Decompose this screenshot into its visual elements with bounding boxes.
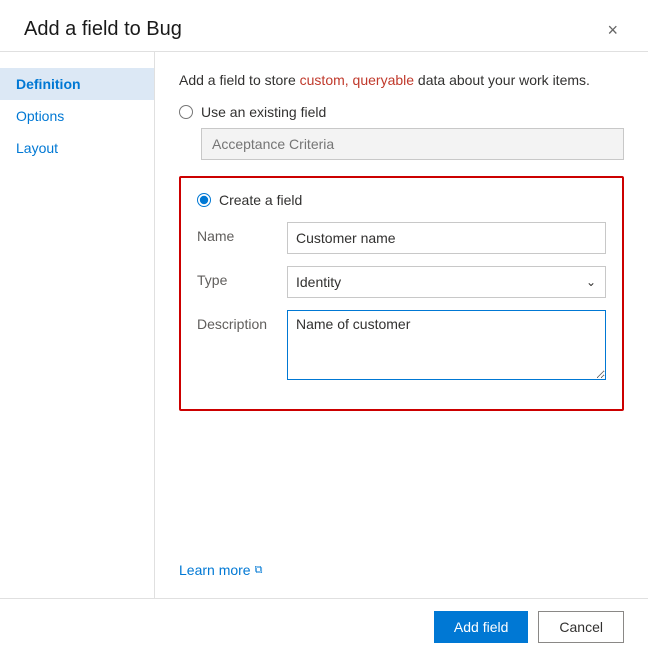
name-label: Name <box>197 222 287 244</box>
type-select[interactable]: Identity String Integer DateTime Boolean… <box>287 266 606 298</box>
sidebar-item-definition[interactable]: Definition <box>0 68 154 100</box>
sidebar-item-options[interactable]: Options <box>0 100 154 132</box>
description-control: Name of customer <box>287 310 606 383</box>
description-label: Description <box>197 310 287 332</box>
learn-more-link[interactable]: Learn more ⧉ <box>179 562 262 578</box>
existing-field-input[interactable] <box>201 128 624 160</box>
type-select-wrapper: Identity String Integer DateTime Boolean… <box>287 266 606 298</box>
external-link-icon: ⧉ <box>255 564 263 577</box>
learn-more-row: Learn more ⧉ <box>179 554 624 578</box>
create-field-header: Create a field <box>197 192 606 208</box>
description-textarea[interactable]: Name of customer <box>287 310 606 380</box>
sidebar: Definition Options Layout <box>0 52 155 598</box>
create-field-radio[interactable] <box>197 193 211 207</box>
dialog: Add a field to Bug × Definition Options … <box>0 0 648 655</box>
dialog-body: Definition Options Layout Add a field to… <box>0 52 648 598</box>
existing-field-label[interactable]: Use an existing field <box>201 104 326 120</box>
close-button[interactable]: × <box>601 19 624 41</box>
dialog-header: Add a field to Bug × <box>0 0 648 52</box>
dialog-title: Add a field to Bug <box>24 18 182 41</box>
type-control: Identity String Integer DateTime Boolean… <box>287 266 606 298</box>
sidebar-item-layout[interactable]: Layout <box>0 132 154 164</box>
description-row: Description Name of customer <box>197 310 606 383</box>
learn-more-label: Learn more <box>179 562 251 578</box>
type-label: Type <box>197 266 287 288</box>
create-field-label[interactable]: Create a field <box>219 192 302 208</box>
name-input[interactable] <box>287 222 606 254</box>
type-row: Type Identity String Integer DateTime Bo… <box>197 266 606 298</box>
name-row: Name <box>197 222 606 254</box>
description-text: Add a field to store custom, queryable d… <box>179 72 624 88</box>
add-field-button[interactable]: Add field <box>434 611 528 643</box>
name-control <box>287 222 606 254</box>
existing-field-row: Use an existing field <box>179 104 624 120</box>
existing-field-radio[interactable] <box>179 105 193 119</box>
main-content: Add a field to store custom, queryable d… <box>155 52 648 598</box>
cancel-button[interactable]: Cancel <box>538 611 624 643</box>
create-field-box: Create a field Name Type Identity <box>179 176 624 411</box>
dialog-footer: Add field Cancel <box>0 598 648 655</box>
